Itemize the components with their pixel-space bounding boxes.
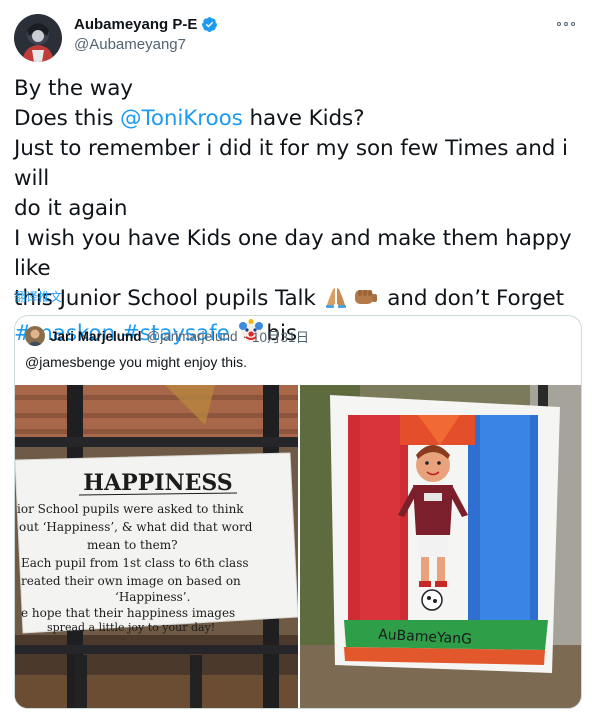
quoted-tweet-date[interactable]: 10月31日 xyxy=(252,326,309,346)
tweet-line: and don’t Forget xyxy=(380,286,564,311)
separator: · xyxy=(242,328,248,344)
sign-line: spread a little joy to your day! xyxy=(47,621,215,634)
fist-bump-emoji xyxy=(352,285,378,318)
quoted-tweet-media: HAPPINESS ior School pupils were asked t… xyxy=(15,385,581,708)
tweet-line: have Kids? xyxy=(242,106,365,131)
sign-line: reated their own image on based on xyxy=(21,574,241,588)
sign-line: ior School pupils were asked to think xyxy=(17,502,244,516)
drawing-caption: AuBameYanG xyxy=(378,627,473,648)
tweet-line: By the way xyxy=(14,76,133,101)
sign-line: e hope that their happiness images xyxy=(21,606,235,620)
sign-line: Each pupil from 1st class to 6th class xyxy=(21,556,249,570)
sign-line: out ‘Happiness’, & what did that word xyxy=(19,520,253,534)
author-handle[interactable]: @Aubameyang7 xyxy=(74,36,218,53)
translate-tweet-link[interactable]: 翻译推文 xyxy=(14,288,62,305)
author-info: Aubameyang P-E @Aubameyang7 xyxy=(74,16,218,53)
tweet-text: By the way Does this @ToniKroos have Kid… xyxy=(14,74,584,353)
tweet-header: Aubameyang P-E @Aubameyang7 xyxy=(12,8,580,64)
quoted-tweet-header: Jari Marjelund @jarimarjelund · 10月31日 xyxy=(25,326,309,346)
sign-line: ‘Happiness’. xyxy=(115,590,190,604)
tweet-line: do it again xyxy=(14,196,128,221)
quoted-author-handle[interactable]: @jarimarjelund xyxy=(147,329,238,344)
quoted-author-avatar[interactable] xyxy=(25,326,45,346)
tweet-line: Does this xyxy=(14,106,121,131)
tweet-line: Just to remember i did it for my son few… xyxy=(14,136,575,191)
quoted-tweet[interactable]: Jari Marjelund @jarimarjelund · 10月31日 @… xyxy=(14,315,582,709)
happiness-sign-text: HAPPINESS ior School pupils were asked t… xyxy=(17,470,253,634)
sign-title: HAPPINESS xyxy=(83,470,232,496)
folded-hands-emoji xyxy=(324,285,348,318)
quoted-tweet-text: @jamesbenge you might enjoy this. xyxy=(25,354,247,370)
mention-link[interactable]: @ToniKroos xyxy=(120,106,243,131)
drawing-caption-overlay: AuBameYanG xyxy=(378,627,473,648)
sign-line: mean to them? xyxy=(87,538,178,552)
author-avatar[interactable] xyxy=(14,14,62,62)
verified-badge-icon xyxy=(201,16,218,33)
quoted-author-name[interactable]: Jari Marjelund xyxy=(50,329,142,344)
more-options-icon[interactable] xyxy=(552,14,580,34)
author-display-name[interactable]: Aubameyang P-E xyxy=(74,16,197,33)
tweet-line: I wish you have Kids one day and make th… xyxy=(14,226,579,281)
